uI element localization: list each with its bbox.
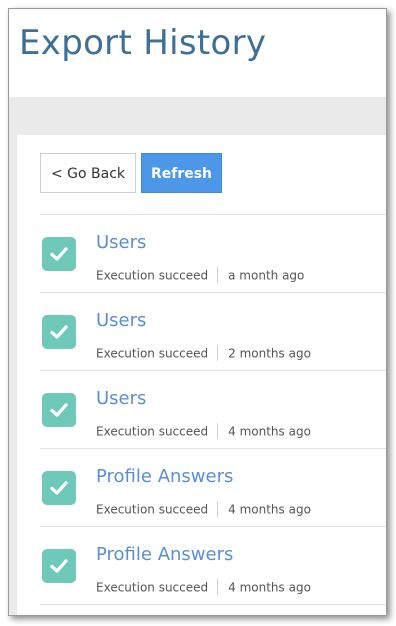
export-meta: Execution succeed a month ago xyxy=(96,267,305,284)
check-icon xyxy=(42,549,76,583)
export-meta: Execution succeed 4 months ago xyxy=(96,501,311,518)
export-name-link[interactable]: Users xyxy=(96,388,146,409)
header-band xyxy=(9,97,386,135)
divider xyxy=(40,604,386,605)
export-time: 2 months ago xyxy=(228,346,311,361)
check-icon xyxy=(42,315,76,349)
export-meta: Execution succeed 2 months ago xyxy=(96,345,311,362)
side-gutter xyxy=(9,135,17,615)
export-time: a month ago xyxy=(228,268,305,283)
meta-separator xyxy=(217,267,219,283)
export-history-window: Export History < Go Back Refresh Users E… xyxy=(8,8,387,616)
export-status: Execution succeed xyxy=(96,268,209,283)
go-back-button[interactable]: < Go Back xyxy=(40,153,136,193)
meta-separator xyxy=(217,345,219,361)
export-time: 4 months ago xyxy=(228,502,311,517)
list-item: Users Execution succeed 2 months ago xyxy=(40,293,386,370)
export-status: Execution succeed xyxy=(96,502,209,517)
export-status: Execution succeed xyxy=(96,580,209,595)
check-icon xyxy=(42,237,76,271)
export-time: 4 months ago xyxy=(228,424,311,439)
list-item: Profile Answers Execution succeed 4 month… xyxy=(40,527,386,604)
export-time: 4 months ago xyxy=(228,580,311,595)
list-item: Profile Answers Execution succeed 4 month… xyxy=(40,449,386,526)
meta-separator xyxy=(217,501,219,517)
export-name-link[interactable]: Users xyxy=(96,232,146,253)
export-meta: Execution succeed 4 months ago xyxy=(96,423,311,440)
export-name-link[interactable]: Profile Answers xyxy=(96,544,233,565)
check-icon xyxy=(42,471,76,505)
export-status: Execution succeed xyxy=(96,346,209,361)
export-status: Execution succeed xyxy=(96,424,209,439)
meta-separator xyxy=(217,423,219,439)
export-list: Users Execution succeed a month ago Users… xyxy=(40,214,386,605)
export-name-link[interactable]: Profile Answers xyxy=(96,466,233,487)
list-item: Users Execution succeed 4 months ago xyxy=(40,371,386,448)
meta-separator xyxy=(217,579,219,595)
list-item: Users Execution succeed a month ago xyxy=(40,215,386,292)
refresh-button[interactable]: Refresh xyxy=(141,153,222,193)
export-meta: Execution succeed 4 months ago xyxy=(96,579,311,596)
page-title: Export History xyxy=(19,23,267,63)
export-name-link[interactable]: Users xyxy=(96,310,146,331)
check-icon xyxy=(42,393,76,427)
